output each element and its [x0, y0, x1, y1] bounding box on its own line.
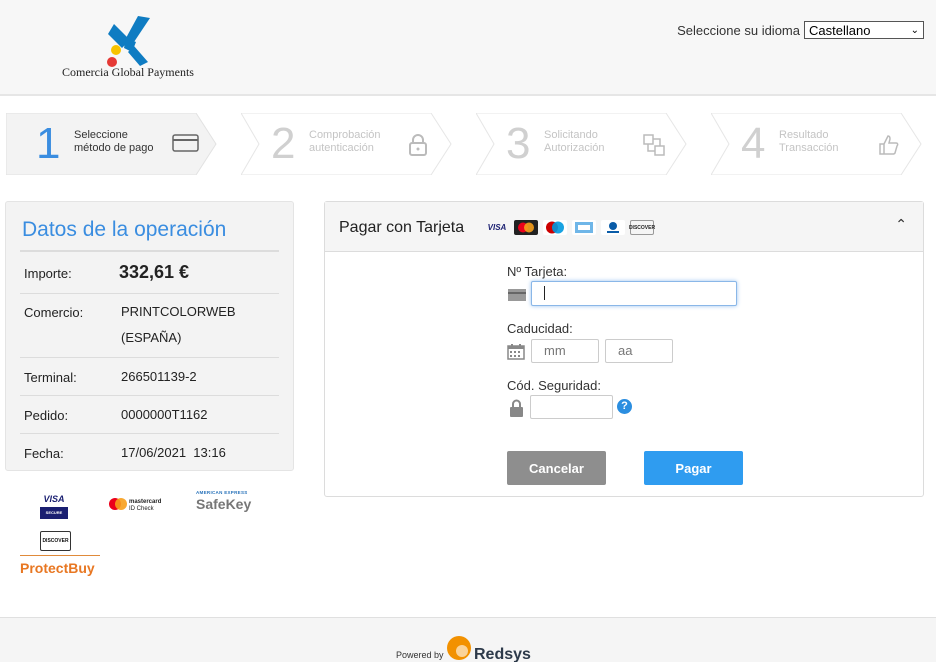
- language-selected-value: Castellano: [809, 22, 871, 38]
- calendar-icon: [507, 344, 525, 360]
- step-number: 3: [506, 119, 531, 168]
- progress-steps: 1 Seleccione método de pago 2 Comprobaci…: [0, 97, 936, 189]
- security-code-input[interactable]: [530, 395, 613, 419]
- redsys-logo-icon: [447, 636, 471, 660]
- row-value: 266501139-2: [121, 369, 197, 384]
- expiry-year-input[interactable]: aa: [605, 339, 673, 363]
- step-number: 1: [36, 119, 61, 168]
- amount-value: 332,61 €: [119, 262, 190, 282]
- card-brands: VISA DISCOVER: [485, 220, 655, 235]
- card-number-label: Nº Tarjeta:: [507, 264, 568, 279]
- chevron-down-icon: ⌄: [910, 24, 919, 36]
- operation-row-order: Pedido: 0000000T1162: [20, 396, 279, 434]
- card-payment-panel: Pagar con Tarjeta VISA DISCOVER ⌃ Nº Tar…: [324, 201, 924, 497]
- expiry-label: Caducidad:: [507, 321, 573, 336]
- card-payment-header[interactable]: Pagar con Tarjeta VISA DISCOVER ⌃: [325, 202, 923, 252]
- operation-row-merchant: Comercio: PRINTCOLORWEB (ESPAÑA): [20, 294, 279, 358]
- card-number-input[interactable]: [531, 281, 737, 306]
- row-value: 0000000T1162: [121, 407, 208, 422]
- language-select[interactable]: Castellano ⌄: [804, 21, 924, 39]
- maestro-brand-icon: [543, 220, 567, 235]
- page-footer: Powered by Redsys: [0, 617, 936, 662]
- help-icon[interactable]: ?: [617, 399, 632, 414]
- discover-logo: DISCOVER: [40, 531, 71, 551]
- operation-row-date: Fecha: 17/06/2021 13:16: [20, 434, 279, 470]
- row-key: Pedido:: [24, 408, 69, 423]
- row-value: PRINTCOLORWEB (ESPAÑA): [121, 304, 236, 345]
- operation-title: Datos de la operación: [22, 218, 227, 241]
- language-label: Seleccione su idioma: [677, 22, 800, 38]
- powered-by-text: Powered by: [396, 650, 444, 660]
- operation-row-terminal: Terminal: 266501139-2: [20, 358, 279, 396]
- lock-icon: [409, 134, 427, 156]
- visa-secure-logo: VISA SECURE: [40, 494, 68, 522]
- step-number: 4: [741, 119, 766, 168]
- step-4: 4 Resultado Transacción: [711, 113, 923, 175]
- row-key: Comercio:: [24, 305, 84, 320]
- redsys-brand-text: Redsys: [474, 646, 531, 662]
- step-2: 2 Comprobación autenticación: [241, 113, 453, 175]
- diners-brand-icon: [601, 220, 625, 235]
- row-value: 17/06/2021 13:16: [121, 445, 226, 460]
- discover-brand-icon: DISCOVER: [629, 220, 655, 235]
- operation-details-panel: Datos de la operación Importe: 332,61 € …: [5, 201, 294, 471]
- card-payment-title: Pagar con Tarjeta: [339, 219, 465, 236]
- expiry-month-input[interactable]: mm: [531, 339, 599, 363]
- amex-brand-icon: [572, 220, 596, 235]
- pay-button[interactable]: Pagar: [644, 451, 743, 485]
- row-key: Fecha:: [24, 446, 64, 461]
- operation-row-amount: Importe: 332,61 €: [20, 252, 279, 294]
- chevron-up-icon[interactable]: ⌃: [895, 216, 907, 233]
- mastercard-idcheck-logo: mastercard ID Check: [108, 497, 178, 517]
- logo-text: Comercia Global Payments: [62, 65, 194, 79]
- page-header: Comercia Global Payments Seleccione su i…: [0, 0, 936, 96]
- protectbuy-logo: ProtectBuy: [20, 555, 100, 576]
- exchange-icon: [643, 134, 665, 156]
- step-label: Seleccione método de pago: [74, 129, 154, 154]
- step-label: Comprobación autenticación: [309, 129, 381, 154]
- row-key: Importe:: [24, 266, 72, 281]
- step-1: 1 Seleccione método de pago: [6, 113, 218, 175]
- step-number: 2: [271, 119, 296, 168]
- thumbs-up-icon: [879, 135, 899, 155]
- text-cursor: [544, 286, 545, 300]
- visa-brand-icon: VISA: [487, 223, 507, 232]
- mastercard-circles-icon: [109, 498, 127, 510]
- cancel-button[interactable]: Cancelar: [507, 451, 606, 485]
- step-label: Resultado Transacción: [779, 129, 839, 154]
- security-code-label: Cód. Seguridad:: [507, 378, 601, 393]
- language-selector: Seleccione su idioma Castellano ⌄: [677, 21, 924, 39]
- step-label: Solicitando Autorización: [544, 129, 605, 154]
- step-3: 3 Solicitando Autorización: [476, 113, 688, 175]
- row-key: Terminal:: [24, 370, 77, 385]
- card-icon: [172, 134, 199, 152]
- amex-safekey-logo: AMERICAN EXPRESS SafeKey: [196, 490, 252, 512]
- mastercard-brand-icon: [514, 220, 538, 235]
- lock-icon: [510, 399, 523, 417]
- card-icon: [508, 289, 526, 301]
